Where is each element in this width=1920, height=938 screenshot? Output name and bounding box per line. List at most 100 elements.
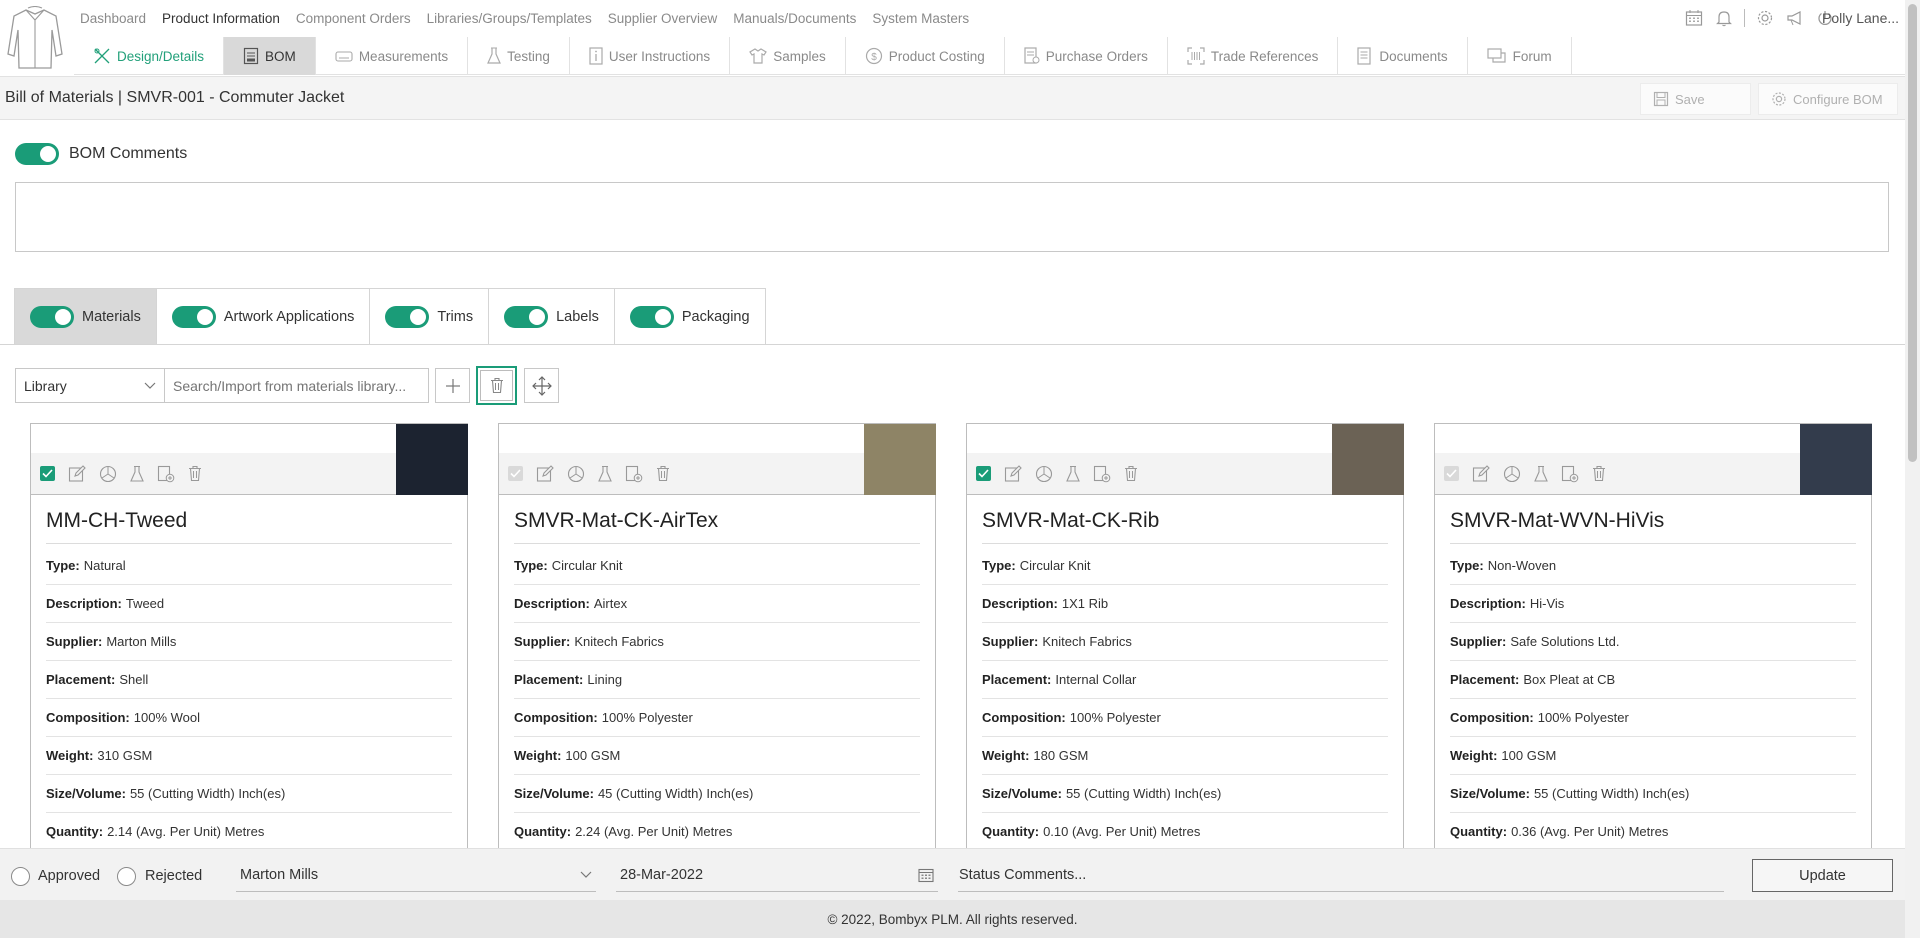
field-quantity: Quantity: 0.36 (Avg. Per Unit) Metres — [1450, 813, 1856, 851]
material-swatch-image[interactable] — [396, 424, 468, 495]
material-title: SMVR-Mat-WVN-HiVis — [1450, 509, 1856, 544]
gear-icon[interactable] — [1755, 8, 1775, 28]
user-menu[interactable]: Polly Lane... — [1822, 10, 1899, 26]
nav-libraries[interactable]: Libraries/Groups/Templates — [427, 11, 592, 26]
nav-supplier-overview[interactable]: Supplier Overview — [608, 11, 718, 26]
tab-product-costing[interactable]: $ Product Costing — [846, 37, 1005, 75]
palette-icon[interactable] — [1035, 465, 1053, 483]
bell-icon[interactable] — [1714, 8, 1734, 28]
tab-labels[interactable]: Labels — [489, 289, 615, 345]
edit-icon[interactable] — [536, 464, 554, 483]
add-document-icon[interactable] — [625, 465, 643, 483]
select-checkbox[interactable] — [40, 466, 55, 481]
page-title: Bill of Materials | SMVR-001 - Commuter … — [5, 89, 345, 106]
delete-material-button[interactable] — [476, 366, 517, 405]
field-value: Non-Woven — [1487, 558, 1557, 573]
labels-toggle[interactable] — [504, 306, 549, 328]
field-value: Hi-Vis — [1529, 596, 1565, 611]
megaphone-icon[interactable] — [1785, 8, 1805, 28]
status-comments-input[interactable]: Status Comments... — [958, 858, 1724, 892]
info-icon — [589, 47, 603, 65]
rejected-label: Rejected — [145, 868, 203, 884]
field-label: Description: — [46, 596, 122, 611]
nav-manuals-documents[interactable]: Manuals/Documents — [733, 11, 856, 26]
tab-forum[interactable]: Forum — [1468, 37, 1572, 75]
palette-icon[interactable] — [567, 465, 585, 483]
add-material-button[interactable] — [435, 368, 470, 403]
vertical-scrollbar[interactable] — [1905, 0, 1920, 938]
tab-packaging[interactable]: Packaging — [614, 289, 765, 345]
tab-samples[interactable]: Samples — [730, 37, 846, 75]
tab-materials[interactable]: Materials — [15, 289, 157, 345]
nav-product-information[interactable]: Product Information — [162, 11, 280, 26]
add-document-icon[interactable] — [157, 465, 175, 483]
flask-icon[interactable] — [1534, 465, 1548, 483]
material-card: SMVR-Mat-CK-AirTex Type: Circular Knit De… — [498, 423, 936, 853]
palette-icon[interactable] — [1503, 465, 1521, 483]
trash-icon[interactable] — [188, 465, 202, 482]
tab-label: Trims — [437, 309, 474, 325]
update-button[interactable]: Update — [1752, 859, 1893, 892]
tab-trade-references[interactable]: Trade References — [1168, 37, 1339, 75]
library-search-input[interactable] — [165, 368, 429, 403]
select-checkbox[interactable] — [976, 466, 991, 481]
tab-measurements[interactable]: Measurements — [316, 37, 469, 75]
tab-purchase-orders[interactable]: Purchase Orders — [1005, 37, 1168, 75]
tab-bom[interactable]: BOM — [224, 37, 316, 75]
edit-icon[interactable] — [1472, 464, 1490, 483]
tab-label: Packaging — [681, 309, 750, 325]
tab-testing[interactable]: Testing — [468, 37, 570, 75]
select-checkbox[interactable] — [508, 466, 523, 481]
material-swatch-image[interactable] — [864, 424, 936, 495]
library-select[interactable]: Library — [15, 368, 165, 403]
approved-radio[interactable] — [11, 867, 30, 886]
edit-icon[interactable] — [1004, 464, 1022, 483]
material-swatch-image[interactable] — [1800, 424, 1872, 495]
jacket-logo-icon[interactable] — [4, 6, 66, 70]
trash-icon[interactable] — [656, 465, 670, 482]
save-button[interactable]: Save — [1640, 83, 1751, 115]
field-placement: Placement: Shell — [46, 661, 452, 699]
tab-artwork-applications[interactable]: Artwork Applications — [156, 289, 371, 345]
nav-component-orders[interactable]: Component Orders — [296, 11, 411, 26]
artwork-toggle[interactable] — [171, 306, 216, 328]
add-document-icon[interactable] — [1561, 465, 1579, 483]
bom-comments-textarea[interactable] — [15, 182, 1889, 252]
trash-icon[interactable] — [1592, 465, 1606, 482]
move-material-button[interactable] — [524, 368, 559, 403]
field-placement: Placement: Internal Collar — [982, 661, 1388, 699]
product-sub-tabs: Design/Details BOM Measurements Testing … — [74, 37, 1905, 75]
flask-icon[interactable] — [598, 465, 612, 483]
flask-icon — [487, 47, 502, 64]
material-swatch-image[interactable] — [1332, 424, 1404, 495]
tab-user-instructions[interactable]: User Instructions — [570, 37, 731, 75]
scrollbar-thumb[interactable] — [1908, 4, 1917, 462]
packaging-toggle[interactable] — [629, 306, 674, 328]
add-document-icon[interactable] — [1093, 465, 1111, 483]
supplier-select[interactable]: Marton Mills — [236, 858, 596, 892]
tab-design-details[interactable]: Design/Details — [74, 37, 225, 75]
nav-system-masters[interactable]: System Masters — [872, 11, 969, 26]
trash-icon[interactable] — [1124, 465, 1138, 482]
tab-trims[interactable]: Trims — [370, 289, 490, 345]
field-label: Supplier: — [982, 634, 1039, 649]
calendar-icon[interactable] — [1684, 8, 1704, 28]
palette-icon[interactable] — [99, 465, 117, 483]
materials-toggle[interactable] — [30, 306, 74, 328]
trims-toggle[interactable] — [385, 306, 430, 328]
edit-icon[interactable] — [68, 464, 86, 483]
tab-documents[interactable]: Documents — [1338, 37, 1468, 75]
rejected-radio[interactable] — [117, 867, 136, 886]
field-size-volume: Size/Volume: 55 (Cutting Width) Inch(es) — [982, 775, 1388, 813]
flask-icon[interactable] — [130, 465, 144, 483]
top-icons — [1684, 8, 1835, 28]
bom-comments-toggle[interactable] — [15, 143, 59, 165]
shirt-icon — [749, 48, 768, 64]
nav-dashboard[interactable]: Dashboard — [80, 11, 146, 26]
calendar-icon[interactable] — [918, 867, 934, 883]
configure-bom-button[interactable]: Configure BOM — [1758, 83, 1898, 115]
select-checkbox[interactable] — [1444, 466, 1459, 481]
status-date-field[interactable]: 28-Mar-2022 — [616, 858, 938, 892]
flask-icon[interactable] — [1066, 465, 1080, 483]
field-supplier: Supplier: Safe Solutions Ltd. — [1450, 623, 1856, 661]
